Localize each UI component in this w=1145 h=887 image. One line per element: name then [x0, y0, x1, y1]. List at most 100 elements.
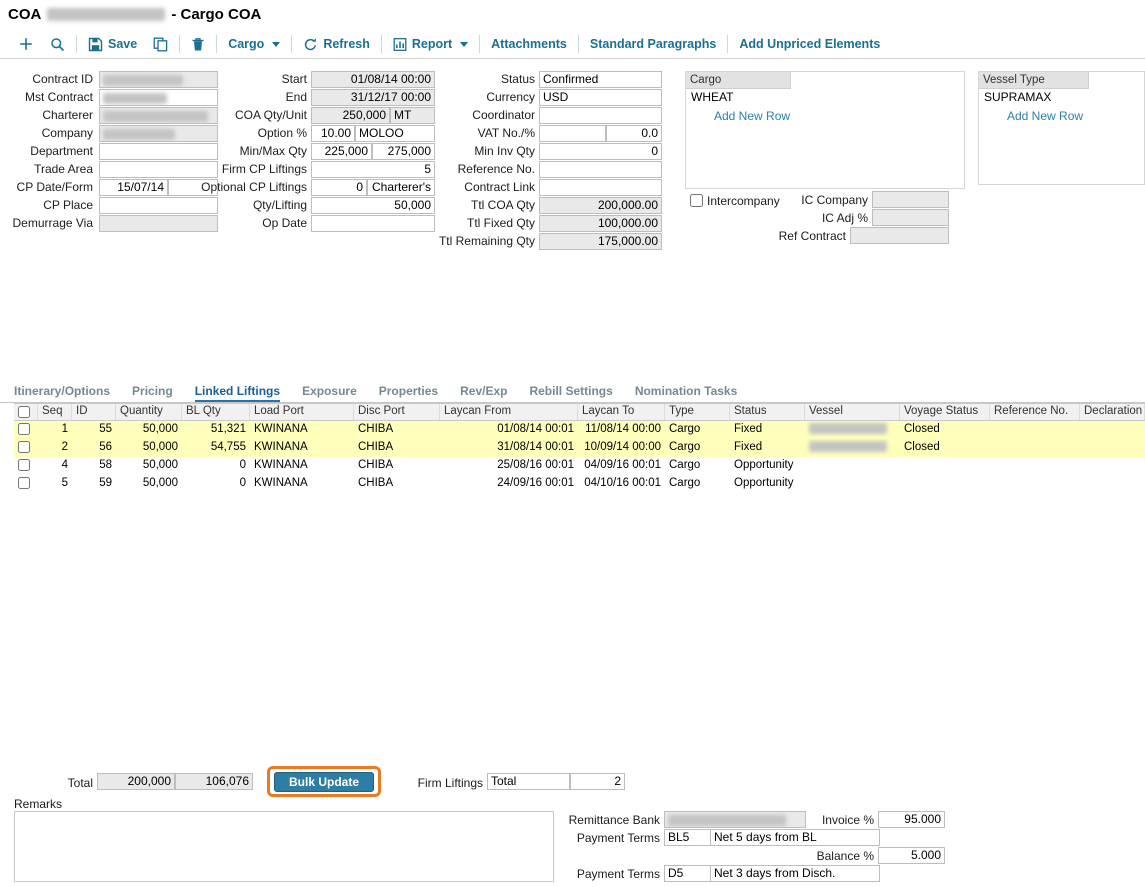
- reference-no-field[interactable]: [539, 161, 662, 178]
- status-field[interactable]: Confirmed: [539, 71, 662, 88]
- min-qty-field[interactable]: 225,000: [311, 143, 372, 160]
- invoice-pct-field[interactable]: 95.000: [878, 811, 945, 828]
- standard-paragraphs-button[interactable]: Standard Paragraphs: [582, 37, 724, 51]
- column-header-reference-no[interactable]: Reference No.: [990, 404, 1080, 420]
- column-header-declaration[interactable]: Declaration: [1080, 404, 1145, 420]
- column-header-laycan-from[interactable]: Laycan From: [440, 404, 578, 420]
- coa-qty-field[interactable]: 250,000: [311, 107, 390, 124]
- cargo-menu-button[interactable]: Cargo: [220, 37, 288, 51]
- column-header-disc-port[interactable]: Disc Port: [354, 404, 440, 420]
- coordinator-field[interactable]: [539, 107, 662, 124]
- save-button[interactable]: Save: [80, 37, 145, 52]
- column-header-bl-qty[interactable]: BL Qty: [182, 404, 250, 420]
- row-checkbox[interactable]: [18, 423, 30, 435]
- cp-date-field[interactable]: 15/07/14: [99, 179, 168, 196]
- vat-pct-field[interactable]: 0.0: [606, 125, 662, 142]
- row-checkbox[interactable]: [18, 459, 30, 471]
- select-all-checkbox[interactable]: [18, 406, 30, 418]
- row-checkbox[interactable]: [18, 477, 30, 489]
- row-select-cell[interactable]: [14, 421, 38, 439]
- report-menu-button[interactable]: Report: [385, 37, 476, 52]
- payment-terms-1-desc-field: Net 5 days from BL: [710, 829, 880, 846]
- intercompany-checkbox[interactable]: [690, 194, 703, 207]
- cell-load-port: KWINANA: [250, 439, 354, 457]
- refresh-button[interactable]: Refresh: [295, 37, 378, 52]
- bulk-update-button[interactable]: Bulk Update: [274, 772, 374, 792]
- tab-nomination-tasks[interactable]: Nomination Tasks: [635, 384, 737, 403]
- row-checkbox[interactable]: [18, 441, 30, 453]
- select-all-cell[interactable]: [14, 404, 38, 420]
- balance-pct-field[interactable]: 5.000: [878, 847, 945, 864]
- min-inv-qty-field[interactable]: 0: [539, 143, 662, 160]
- redacted-value: [668, 815, 786, 826]
- toolbar-divider: [578, 35, 579, 53]
- delete-button[interactable]: [183, 37, 213, 52]
- op-date-field[interactable]: [311, 215, 435, 232]
- ttl-remaining-qty-field: 175,000.00: [539, 233, 662, 250]
- cell-status: Fixed: [730, 421, 805, 439]
- tab-itinerary-options[interactable]: Itinerary/Options: [14, 384, 110, 403]
- column-header-laycan-to[interactable]: Laycan To: [578, 404, 665, 420]
- firm-liftings-mode-field[interactable]: Total: [487, 773, 570, 790]
- currency-field[interactable]: USD: [539, 89, 662, 106]
- lifting-row[interactable]: 45850,0000KWINANACHIBA25/08/16 00:0104/0…: [14, 457, 1145, 475]
- tab-rebill-settings[interactable]: Rebill Settings: [529, 384, 612, 403]
- end-field[interactable]: 31/12/17 00:00: [311, 89, 435, 106]
- row-select-cell[interactable]: [14, 457, 38, 475]
- remarks-textarea[interactable]: [14, 811, 554, 882]
- attachments-label: Attachments: [491, 37, 567, 51]
- ic-company-field[interactable]: [872, 191, 949, 208]
- cargo-row[interactable]: WHEAT: [686, 89, 964, 106]
- column-header-load-port[interactable]: Load Port: [250, 404, 354, 420]
- cargo-column-header[interactable]: Cargo: [686, 72, 791, 89]
- tab-pricing[interactable]: Pricing: [132, 384, 173, 403]
- column-header-voyage-status[interactable]: Voyage Status: [900, 404, 990, 420]
- ref-contract-field[interactable]: [850, 227, 949, 244]
- vessel-type-row[interactable]: SUPRAMAX: [979, 89, 1144, 106]
- firm-cp-liftings-field[interactable]: 5: [311, 161, 435, 178]
- lifting-row[interactable]: 15550,00051,321KWINANACHIBA01/08/14 00:0…: [14, 421, 1145, 439]
- column-header-id[interactable]: ID: [72, 404, 116, 420]
- vat-no-field[interactable]: [539, 125, 606, 142]
- column-header-seq[interactable]: Seq: [38, 404, 72, 420]
- search-button[interactable]: [42, 37, 73, 52]
- optional-cp-liftings-label: Optional CP Liftings: [190, 179, 307, 196]
- lifting-row[interactable]: 25650,00054,755KWINANACHIBA31/08/14 00:0…: [14, 439, 1145, 457]
- payment-terms-1-code-field[interactable]: BL5: [664, 829, 711, 846]
- new-button[interactable]: [10, 36, 42, 52]
- tab-exposure[interactable]: Exposure: [302, 384, 357, 403]
- payment-terms-2-label: Payment Terms: [560, 866, 660, 883]
- cargo-add-new-row-link[interactable]: Add New Row: [714, 109, 790, 123]
- tab-properties[interactable]: Properties: [379, 384, 438, 403]
- chevron-down-icon: [272, 42, 280, 47]
- payment-terms-2-code-field[interactable]: D5: [664, 865, 711, 882]
- column-header-type[interactable]: Type: [665, 404, 730, 420]
- column-header-quantity[interactable]: Quantity: [116, 404, 182, 420]
- cell-quantity: 50,000: [116, 475, 182, 493]
- row-select-cell[interactable]: [14, 475, 38, 493]
- cell-vessel: [805, 439, 900, 457]
- copy-button[interactable]: [145, 37, 176, 52]
- option-pct-field[interactable]: 10.00: [311, 125, 355, 142]
- optional-cp-liftings-field[interactable]: 0: [311, 179, 367, 196]
- tab-rev-exp[interactable]: Rev/Exp: [460, 384, 507, 403]
- vessel-add-new-row-link[interactable]: Add New Row: [1007, 109, 1083, 123]
- start-field[interactable]: 01/08/14 00:00: [311, 71, 435, 88]
- toolbar-divider: [76, 35, 77, 53]
- add-unpriced-elements-button[interactable]: Add Unpriced Elements: [731, 37, 888, 51]
- remittance-bank-field[interactable]: [664, 811, 806, 828]
- column-header-status[interactable]: Status: [730, 404, 805, 420]
- ic-adj-field[interactable]: [872, 209, 949, 226]
- vessel-type-column-header[interactable]: Vessel Type: [979, 72, 1089, 89]
- lifting-row[interactable]: 55950,0000KWINANACHIBA24/09/16 00:0104/1…: [14, 475, 1145, 493]
- attachments-button[interactable]: Attachments: [483, 37, 575, 51]
- firm-cp-liftings-label: Firm CP Liftings: [190, 161, 307, 178]
- qty-per-lifting-field[interactable]: 50,000: [311, 197, 435, 214]
- row-select-cell[interactable]: [14, 439, 38, 457]
- contract-link-field[interactable]: [539, 179, 662, 196]
- firm-liftings-count-field[interactable]: 2: [570, 773, 625, 790]
- ic-adj-label: IC Adj %: [770, 210, 868, 227]
- tab-linked-liftings[interactable]: Linked Liftings: [195, 384, 280, 403]
- tab-bar: Itinerary/Options Pricing Linked Liftings E…: [14, 384, 737, 403]
- column-header-vessel[interactable]: Vessel: [805, 404, 900, 420]
